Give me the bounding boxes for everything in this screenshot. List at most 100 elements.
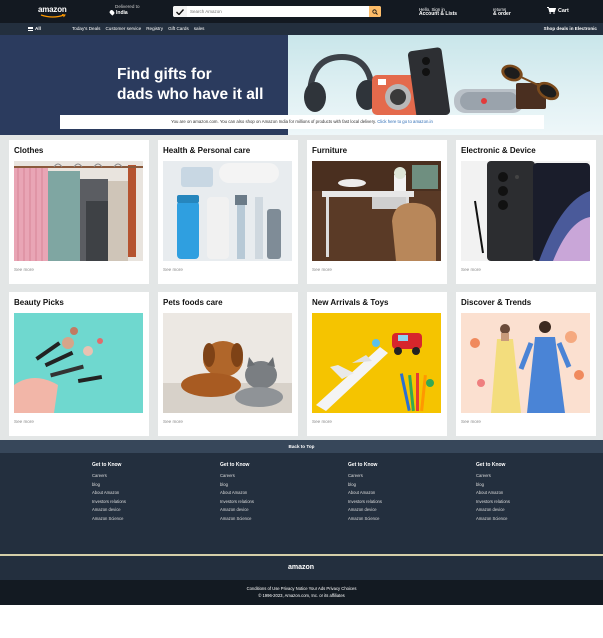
category-card-discover[interactable]: Discover & Trends See more (456, 292, 596, 436)
amazon-logo[interactable]: amazon (38, 5, 74, 19)
see-more-link[interactable]: See more (312, 267, 332, 272)
location-pin-icon (108, 9, 116, 16)
footer-amazon-logo[interactable]: amazon (288, 564, 314, 571)
deliver-country: India (116, 10, 128, 16)
checkmark-icon (176, 8, 184, 15)
deliver-to[interactable]: Delivered to India (108, 4, 140, 16)
footer-link[interactable]: Amazon device (92, 506, 126, 515)
see-more-link[interactable]: See more (312, 419, 332, 424)
card-title: Beauty Picks (14, 298, 64, 307)
card-title: Health & Personal care (163, 146, 251, 155)
search-category-dropdown[interactable] (173, 6, 187, 17)
category-card-new-arrivals[interactable]: New Arrivals & Toys See more (307, 292, 447, 436)
footer-link[interactable]: About Amazon (92, 489, 126, 498)
footer-link[interactable]: Amazon Science (92, 515, 126, 524)
legal-links[interactable]: Conditions of Use Privacy Notice Your Ad… (0, 580, 603, 591)
category-card-furniture[interactable]: Furniture See more (307, 140, 447, 284)
footer-link[interactable]: Amazon Science (476, 515, 510, 524)
footer-link[interactable]: About Amazon (348, 489, 382, 498)
subnav-link-gift-cards[interactable]: Gift Cards (168, 26, 189, 31)
hero-banner[interactable]: Find gifts for dads who have it all You … (0, 35, 603, 135)
search-bar (173, 6, 381, 17)
footer-link[interactable]: Careers (220, 472, 254, 481)
beauty-picks-image (14, 313, 143, 413)
orders-label: & order (493, 11, 511, 17)
footer-link[interactable]: Amazon device (476, 506, 510, 515)
search-input[interactable] (188, 6, 368, 17)
category-card-health[interactable]: Health & Personal care See more (158, 140, 298, 284)
card-title: Clothes (14, 146, 44, 155)
footer-link[interactable]: Amazon device (220, 506, 254, 515)
footer-column-heading: Get to Know (476, 462, 506, 468)
notice-link[interactable]: Click here to go to amazon.in (377, 119, 433, 124)
clothes-image (14, 161, 143, 261)
subnav-link-sales[interactable]: sales (194, 26, 205, 31)
see-more-link[interactable]: See more (461, 419, 481, 424)
footer-link[interactable]: Careers (476, 472, 510, 481)
footer-link[interactable]: Investors relations (92, 498, 126, 507)
footer-legal: Conditions of Use Privacy Notice Your Ad… (0, 580, 603, 605)
category-card-clothes[interactable]: Clothes See more (9, 140, 149, 284)
health-care-image (163, 161, 292, 261)
toys-image (312, 313, 441, 413)
back-to-top-button[interactable]: Back to Top (0, 440, 603, 453)
card-title: Electronic & Device (461, 146, 536, 155)
pets-foods-image (163, 313, 292, 413)
sub-nav: All Today's Deals Customer service Regis… (0, 23, 603, 35)
search-button[interactable] (369, 6, 381, 17)
subnav-link-todays-deals[interactable]: Today's Deals (72, 26, 100, 31)
card-title: Discover & Trends (461, 298, 532, 307)
cart-label: Cart (558, 7, 569, 14)
category-card-beauty[interactable]: Beauty Picks See more (9, 292, 149, 436)
footer-column: Get to Know Careers blog About Amazon In… (220, 462, 254, 523)
electronic-device-image (461, 161, 590, 261)
footer-link[interactable]: blog (220, 481, 254, 490)
see-more-link[interactable]: See more (461, 267, 481, 272)
card-title: Pets foods care (163, 298, 223, 307)
footer-column: Get to Know Careers blog About Amazon In… (92, 462, 126, 523)
amazon-india-notice: You are on amazon.com. You can also shop… (60, 115, 544, 129)
footer-link[interactable]: blog (476, 481, 510, 490)
logo-text: amazon (38, 5, 67, 14)
footer-column-heading: Get to Know (220, 462, 250, 468)
account-menu[interactable]: Hello, Sign in Account & Lists (419, 7, 457, 17)
footer-logo-bar: amazon (0, 556, 603, 580)
cart-button[interactable]: Cart (547, 7, 569, 14)
see-more-link[interactable]: See more (163, 267, 183, 272)
footer-link[interactable]: Investors relations (476, 498, 510, 507)
shop-deals-link[interactable]: Shop deals in Electronic (544, 26, 597, 31)
see-more-link[interactable]: See more (14, 267, 34, 272)
top-nav: amazon Delivered to India Hello, Sign in… (0, 0, 603, 23)
account-lists-label: Account & Lists (419, 11, 458, 17)
smile-icon (40, 14, 66, 18)
footer-link[interactable]: blog (348, 481, 382, 490)
subnav-link-registry[interactable]: Registry (146, 26, 163, 31)
footer-link[interactable]: Amazon Science (220, 515, 254, 524)
card-title: New Arrivals & Toys (312, 298, 389, 307)
all-menu-button[interactable]: All (28, 26, 41, 31)
returns-orders[interactable]: returns & order (493, 7, 511, 17)
hero-headline: Find gifts for dads who have it all (117, 65, 263, 105)
footer-link[interactable]: Investors relations (220, 498, 254, 507)
footer-link[interactable]: About Amazon (220, 489, 254, 498)
footer-link[interactable]: Amazon device (348, 506, 382, 515)
category-card-electronic[interactable]: Electronic & Device See more (456, 140, 596, 284)
category-card-pets[interactable]: Pets foods care See more (158, 292, 298, 436)
see-more-link[interactable]: See more (163, 419, 183, 424)
footer-column: Get to Know Careers blog About Amazon In… (348, 462, 382, 523)
footer-link[interactable]: Investors relations (348, 498, 382, 507)
cart-icon (547, 7, 556, 14)
notice-text: You are on amazon.com. You can also shop… (171, 119, 377, 124)
footer-link[interactable]: Amazon Science (348, 515, 382, 524)
search-icon (372, 8, 378, 15)
footer-links: Get to Know Careers blog About Amazon In… (0, 453, 603, 556)
furniture-image (312, 161, 441, 261)
footer-link[interactable]: Careers (92, 472, 126, 481)
footer-link[interactable]: Careers (348, 472, 382, 481)
footer-link[interactable]: About Amazon (476, 489, 510, 498)
footer-link[interactable]: blog (92, 481, 126, 490)
subnav-link-customer-service[interactable]: Customer service (105, 26, 141, 31)
hamburger-icon (28, 26, 33, 31)
see-more-link[interactable]: See more (14, 419, 34, 424)
footer-column-heading: Get to Know (348, 462, 378, 468)
